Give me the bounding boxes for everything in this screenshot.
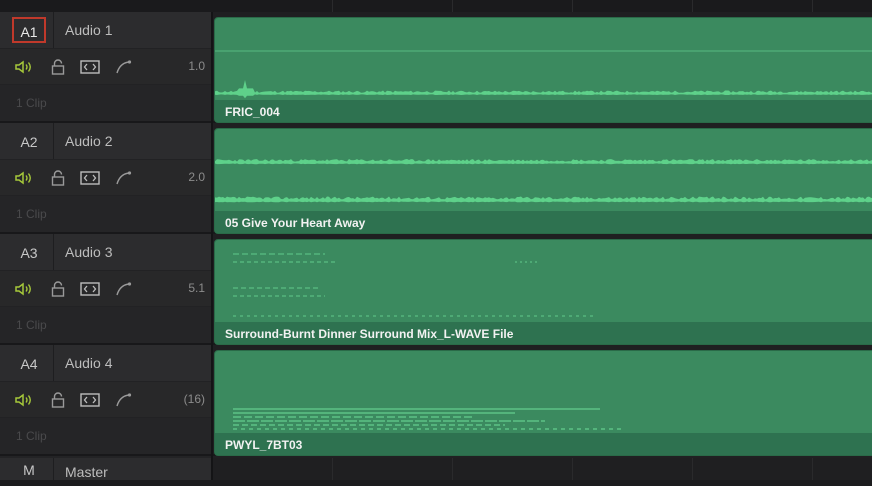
track-lane-master[interactable] — [213, 458, 872, 480]
curve-icon[interactable] — [114, 57, 134, 77]
speaker-icon[interactable] — [14, 279, 34, 299]
track-name[interactable]: Audio 1 — [65, 12, 112, 48]
lock-icon[interactable] — [48, 57, 68, 77]
waveform — [233, 253, 595, 317]
track-id-button[interactable]: A3 — [12, 239, 46, 265]
clip-count: 1 Clip — [16, 318, 47, 332]
track-info-row: 1 Clip — [0, 196, 211, 232]
track-header-a3[interactable]: A3 Audio 3 5.1 1 Clip — [0, 234, 211, 345]
track-lane-a1[interactable]: FRIC_004 — [213, 12, 872, 123]
curve-icon[interactable] — [114, 168, 134, 188]
track-controls-row: (16) — [0, 382, 211, 418]
track-id-button[interactable]: A1 — [12, 17, 46, 43]
track-name[interactable]: Audio 2 — [65, 123, 112, 159]
clip-count: 1 Clip — [16, 96, 47, 110]
track-controls-row: 5.1 — [0, 271, 211, 307]
auto-select-icon[interactable] — [80, 57, 100, 77]
divider — [53, 345, 54, 381]
track-header-row: A4 Audio 4 — [0, 345, 211, 382]
audio-clip[interactable]: 05 Give Your Heart Away — [214, 128, 872, 234]
clip-count: 1 Clip — [16, 207, 47, 221]
clip-count: 1 Clip — [16, 429, 47, 443]
divider — [53, 458, 54, 480]
track-name[interactable]: Audio 4 — [65, 345, 112, 381]
channel-format: 1.0 — [188, 59, 205, 73]
lock-icon[interactable] — [48, 168, 68, 188]
track-lane-a2[interactable]: 05 Give Your Heart Away — [213, 123, 872, 234]
track-name[interactable]: Master — [65, 458, 108, 486]
track-headers: A1 Audio 1 1.0 1 Clip A2 Audio 2 2.0 1 C… — [0, 12, 213, 480]
track-controls-row: 2.0 — [0, 160, 211, 196]
divider — [53, 12, 54, 48]
speaker-icon[interactable] — [14, 168, 34, 188]
timeline-area[interactable]: FRIC_004 05 Give Your Heart Away Surroun… — [213, 12, 872, 480]
audio-clip[interactable]: PWYL_7BT03 — [214, 350, 872, 456]
track-info-row: 1 Clip — [0, 307, 211, 343]
track-header-a2[interactable]: A2 Audio 2 2.0 1 Clip — [0, 123, 211, 234]
auto-select-icon[interactable] — [80, 390, 100, 410]
channel-format: (16) — [183, 392, 205, 406]
track-info-row: 1 Clip — [0, 418, 211, 454]
channel-format: 5.1 — [188, 281, 205, 295]
track-name[interactable]: Audio 3 — [65, 234, 112, 270]
clip-name: PWYL_7BT03 — [225, 438, 303, 452]
track-header-row: A2 Audio 2 — [0, 123, 211, 160]
lock-icon[interactable] — [48, 390, 68, 410]
lock-icon[interactable] — [48, 279, 68, 299]
track-controls-row: 1.0 — [0, 49, 211, 85]
track-id-button[interactable]: A4 — [12, 350, 46, 376]
track-lane-a4[interactable]: PWYL_7BT03 — [213, 345, 872, 456]
waveform — [215, 159, 872, 203]
waveform — [233, 408, 625, 430]
clip-title-bar: FRIC_004 — [215, 100, 872, 122]
clip-name: Surround-Burnt Dinner Surround Mix_L-WAV… — [225, 327, 514, 341]
speaker-icon[interactable] — [14, 57, 34, 77]
audio-clip[interactable]: FRIC_004 — [214, 17, 872, 123]
track-header-row: A3 Audio 3 — [0, 234, 211, 271]
auto-select-icon[interactable] — [80, 168, 100, 188]
divider — [53, 123, 54, 159]
clip-name: 05 Give Your Heart Away — [225, 216, 366, 230]
track-id-button[interactable]: A2 — [12, 128, 46, 154]
track-lane-a3[interactable]: Surround-Burnt Dinner Surround Mix_L-WAV… — [213, 234, 872, 345]
divider — [53, 234, 54, 270]
track-header-master[interactable]: M Master — [0, 458, 211, 480]
channel-format: 2.0 — [188, 170, 205, 184]
auto-select-icon[interactable] — [80, 279, 100, 299]
clip-name: FRIC_004 — [225, 105, 280, 119]
clip-title-bar: PWYL_7BT03 — [215, 433, 872, 455]
clip-title-bar: Surround-Burnt Dinner Surround Mix_L-WAV… — [215, 322, 872, 344]
clip-title-bar: 05 Give Your Heart Away — [215, 211, 872, 233]
track-header-row: A1 Audio 1 — [0, 12, 211, 49]
curve-icon[interactable] — [114, 390, 134, 410]
waveform — [215, 50, 872, 99]
timeline-ruler[interactable] — [213, 0, 872, 12]
audio-clip[interactable]: Surround-Burnt Dinner Surround Mix_L-WAV… — [214, 239, 872, 345]
track-id-button[interactable]: M — [12, 458, 46, 480]
track-info-row: 1 Clip — [0, 85, 211, 121]
track-header-a4[interactable]: A4 Audio 4 (16) 1 Clip — [0, 345, 211, 456]
curve-icon[interactable] — [114, 279, 134, 299]
speaker-icon[interactable] — [14, 390, 34, 410]
track-header-a1[interactable]: A1 Audio 1 1.0 1 Clip — [0, 12, 211, 123]
